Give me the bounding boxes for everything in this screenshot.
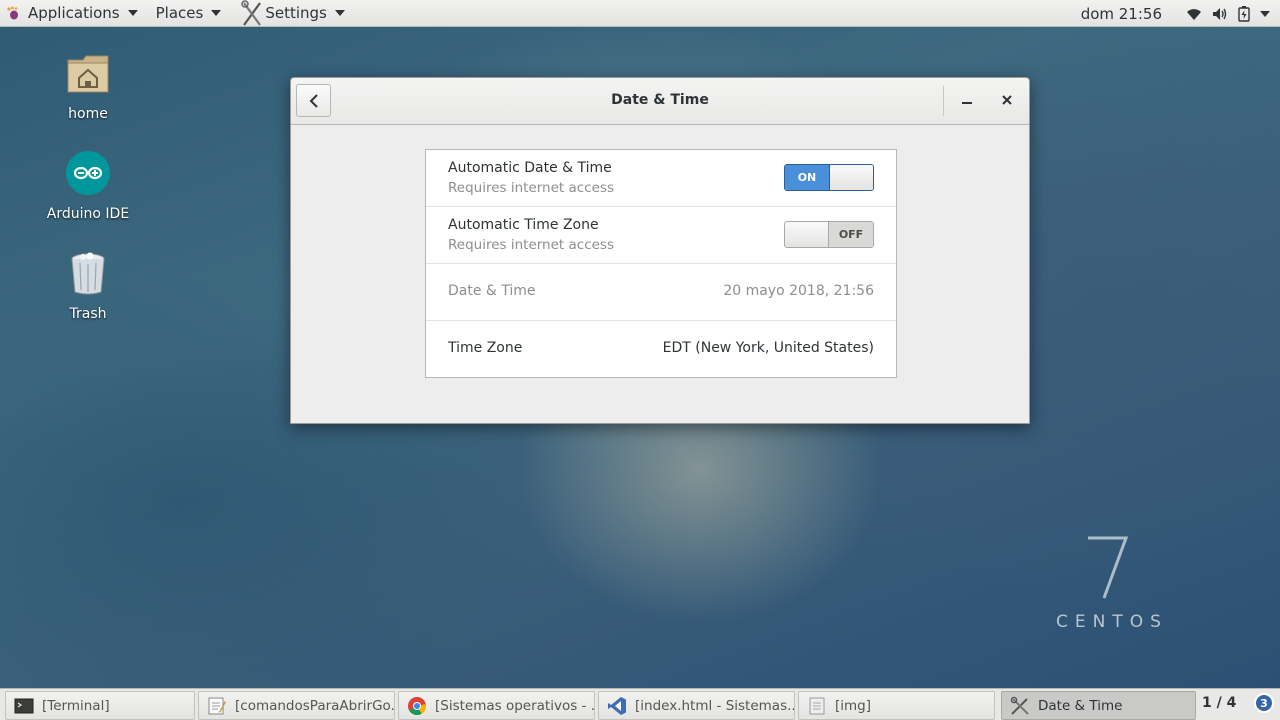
settings-tools-icon [241,0,262,26]
places-menu[interactable]: Places [150,0,228,27]
clock[interactable]: dom 21:56 [1081,5,1162,23]
time-zone-value: EDT (New York, United States) [662,340,874,356]
desktop-icon-label: home [68,106,108,122]
automatic-time-zone-row[interactable]: Automatic Time Zone Requires internet ac… [426,207,896,264]
switch-off-label: OFF [829,222,873,247]
date-time-window: Date & Time Automatic Date & Time Requir… [290,77,1030,424]
home-folder-icon [67,55,109,93]
desktop-icon-label: Trash [69,306,107,322]
workspace-pager[interactable]: 1 / 4 [1202,695,1236,711]
minimize-icon [962,102,972,104]
row-subtitle: Requires internet access [448,237,614,253]
bottom-taskbar: [Terminal] [comandosParaAbrirGo... [Sist… [0,688,1280,720]
file-icon [809,697,825,714]
close-icon [1002,95,1012,105]
header-separator [943,86,944,116]
applications-menu[interactable]: Applications [0,0,144,27]
task-label: [comandosParaAbrirGo... [235,697,395,714]
desktop-icon-trash[interactable]: Trash [33,250,143,322]
task-date-time[interactable]: Date & Time [1001,691,1196,720]
automatic-date-time-switch[interactable]: ON [784,164,874,191]
task-label: [Terminal] [42,697,110,714]
centos-wordmark: CENTOS [1056,612,1168,632]
chrome-icon [408,696,427,715]
task-label: [img] [835,697,872,714]
date-time-value: 20 mayo 2018, 21:56 [723,283,874,299]
row-title: Automatic Time Zone [448,217,599,233]
switch-knob [828,165,873,190]
task-chrome[interactable]: [Sistemas operativos - ... [398,691,595,720]
chevron-down-icon [334,10,345,16]
task-img-folder[interactable]: [img] [798,691,995,720]
desktop-icon-label: Arduino IDE [46,206,130,222]
places-label: Places [155,4,204,22]
chevron-down-icon [211,10,222,16]
time-zone-row[interactable]: Time Zone EDT (New York, United States) [426,321,896,378]
task-vscode[interactable]: [index.html - Sistemas... [598,691,795,720]
minimize-button[interactable] [955,88,979,112]
top-bar: Applications Places Settings dom 21:56 [0,0,1280,27]
row-label: Time Zone [448,340,523,356]
settings-icon [1010,696,1029,715]
settings-list: Automatic Date & Time Requires internet … [425,149,897,378]
system-menu-caret-icon[interactable] [1260,10,1270,18]
system-tray: dom 21:56 [1081,0,1270,27]
centos-seven-logo [1088,536,1129,599]
row-subtitle: Requires internet access [448,180,614,196]
automatic-date-time-row[interactable]: Automatic Date & Time Requires internet … [426,150,896,207]
arduino-icon [66,151,110,195]
task-terminal[interactable]: [Terminal] [5,691,195,720]
desktop-icon-home[interactable]: home [33,50,143,122]
settings-label: Settings [265,4,327,22]
battery-icon[interactable] [1238,5,1250,22]
header-bar: Date & Time [291,78,1029,125]
close-button[interactable] [995,88,1019,112]
switch-on-label: ON [785,165,829,190]
task-label: Date & Time [1038,697,1123,714]
window-title: Date & Time [611,92,709,108]
vscode-icon [608,696,626,715]
task-text-editor[interactable]: [comandosParaAbrirGo... [198,691,395,720]
terminal-icon [14,698,34,713]
volume-icon[interactable] [1212,7,1228,21]
task-label: [Sistemas operativos - ... [435,697,595,714]
trash-icon [71,252,105,295]
task-label: [index.html - Sistemas... [635,697,795,714]
switch-knob [785,222,830,247]
wifi-icon[interactable] [1186,7,1202,21]
applications-label: Applications [28,4,120,22]
automatic-time-zone-switch[interactable]: OFF [784,221,874,248]
desktop-icon-arduino[interactable]: Arduino IDE [33,150,143,222]
gnome-foot-icon [7,6,18,20]
row-label: Date & Time [448,283,536,299]
row-title: Automatic Date & Time [448,160,612,176]
date-time-row: Date & Time 20 mayo 2018, 21:56 [426,264,896,321]
settings-menu[interactable]: Settings [235,0,351,27]
notification-badge[interactable]: 3 [1254,693,1274,713]
chevron-down-icon [127,10,138,16]
text-editor-icon [208,697,226,714]
